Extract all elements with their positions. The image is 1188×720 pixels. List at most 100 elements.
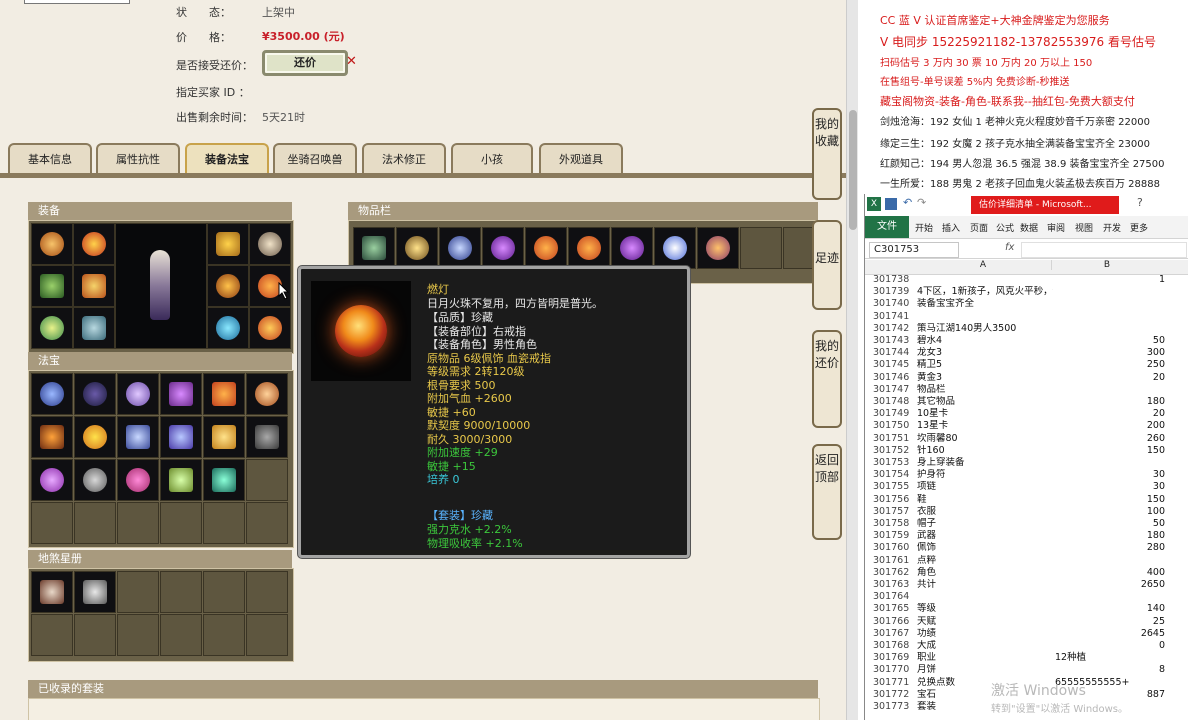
- cell-a[interactable]: 物品栏: [917, 384, 1053, 396]
- cell-a[interactable]: 装备宝宝齐全: [917, 298, 1053, 310]
- my-favorites-button[interactable]: 我的收藏: [812, 108, 842, 200]
- cell-a[interactable]: 武器: [917, 530, 1053, 542]
- ribbon-tab[interactable]: 视图: [1075, 221, 1093, 234]
- cell-a[interactable]: 4下区，1新孩子，风克火平秒，传世套装细节克火: [917, 286, 1053, 298]
- close-icon[interactable]: ✕: [346, 54, 357, 69]
- fabao-slot[interactable]: [160, 459, 202, 501]
- cell-b[interactable]: 1: [1053, 274, 1165, 286]
- star-card-slot[interactable]: [31, 571, 73, 613]
- excel-row[interactable]: 301740 装备宝宝齐全: [873, 298, 1188, 310]
- fabao-slot[interactable]: [117, 416, 159, 458]
- cell-b[interactable]: 140: [1053, 603, 1165, 615]
- excel-row[interactable]: 301744 龙女3 300: [873, 347, 1188, 359]
- equip-slot[interactable]: [207, 223, 249, 265]
- cell-a[interactable]: 衣服: [917, 506, 1053, 518]
- cell-b[interactable]: 12种植: [1055, 652, 1167, 664]
- cell-a[interactable]: 精卫5: [917, 359, 1053, 371]
- cell-b[interactable]: 150: [1053, 445, 1165, 457]
- column-header-a[interactable]: A: [915, 260, 1051, 270]
- cell-a[interactable]: 身上穿装备: [917, 457, 1053, 469]
- cell-b[interactable]: 180: [1053, 530, 1165, 542]
- excel-row[interactable]: 301752 针160 150: [873, 445, 1188, 457]
- column-header-b[interactable]: B: [1051, 260, 1162, 270]
- inventory-slot[interactable]: [568, 227, 610, 269]
- equip-slot[interactable]: [249, 307, 291, 349]
- excel-row[interactable]: 301761 点粹: [873, 555, 1188, 567]
- ribbon-tab[interactable]: 页面: [970, 221, 988, 234]
- excel-row[interactable]: 301751 坎雨馨80 260: [873, 433, 1188, 445]
- excel-row[interactable]: 301762 角色 400: [873, 567, 1188, 579]
- ribbon-tab[interactable]: 审阅: [1047, 221, 1065, 234]
- tab-basic-info[interactable]: 基本信息: [8, 143, 92, 175]
- excel-row[interactable]: 301738 1: [873, 274, 1188, 286]
- tab-mounts-pets[interactable]: 坐骑召唤兽: [273, 143, 357, 175]
- ribbon-tab[interactable]: 插入: [942, 221, 960, 234]
- cell-b[interactable]: 0: [1053, 640, 1165, 652]
- fabao-slot[interactable]: [246, 373, 288, 415]
- inventory-slot[interactable]: [396, 227, 438, 269]
- excel-row[interactable]: 301747 物品栏: [873, 384, 1188, 396]
- equip-slot[interactable]: [31, 223, 73, 265]
- cell-b[interactable]: 20: [1053, 408, 1165, 420]
- equip-slot[interactable]: [207, 307, 249, 349]
- cell-a[interactable]: 碧水4: [917, 335, 1053, 347]
- my-offers-button[interactable]: 我的还价: [812, 330, 842, 428]
- excel-row[interactable]: 301746 黄金3 20: [873, 372, 1188, 384]
- ribbon-tab[interactable]: 开始: [915, 221, 933, 234]
- help-icon[interactable]: ?: [1137, 196, 1143, 209]
- fabao-slot[interactable]: [203, 416, 245, 458]
- excel-row[interactable]: 301754 护身符 30: [873, 469, 1188, 481]
- cell-b[interactable]: 30: [1053, 481, 1165, 493]
- fabao-slot[interactable]: [203, 459, 245, 501]
- cell-a[interactable]: 帽子: [917, 518, 1053, 530]
- counter-offer-button[interactable]: 还价: [262, 50, 348, 76]
- cell-a[interactable]: 黄金3: [917, 372, 1053, 384]
- excel-grid[interactable]: 30173813017394下区，1新孩子，风克火平秒，传世套装细节克火3017…: [865, 274, 1188, 720]
- tab-equipment[interactable]: 装备法宝: [185, 143, 269, 175]
- fabao-slot[interactable]: [74, 416, 116, 458]
- cell-a[interactable]: 佩饰: [917, 542, 1053, 554]
- cell-a[interactable]: 13星卡: [917, 420, 1053, 432]
- excel-row[interactable]: 301770 月饼 8: [873, 664, 1188, 676]
- equip-slot[interactable]: [31, 265, 73, 307]
- fabao-slot[interactable]: [117, 373, 159, 415]
- cell-a[interactable]: 护身符: [917, 469, 1053, 481]
- ribbon-tab[interactable]: 开发: [1103, 221, 1121, 234]
- cell-b[interactable]: 280: [1053, 542, 1165, 554]
- excel-row[interactable]: 301750 13星卡 200: [873, 420, 1188, 432]
- fabao-slot[interactable]: [160, 416, 202, 458]
- back-to-top-button[interactable]: 返回顶部: [812, 444, 842, 540]
- footprint-button[interactable]: 足迹: [812, 220, 842, 310]
- excel-row[interactable]: 301755 项链 30: [873, 481, 1188, 493]
- fabao-slot[interactable]: [117, 459, 159, 501]
- cell-b[interactable]: 50: [1053, 518, 1165, 530]
- cell-a[interactable]: 鞋: [917, 494, 1053, 506]
- cell-b[interactable]: 200: [1053, 420, 1165, 432]
- cell-b[interactable]: 400: [1053, 567, 1165, 579]
- cell-a[interactable]: 10星卡: [917, 408, 1053, 420]
- ribbon-file-tab[interactable]: 文件: [865, 216, 909, 238]
- cell-b[interactable]: 8: [1053, 664, 1165, 676]
- inventory-slot[interactable]: [482, 227, 524, 269]
- equip-slot[interactable]: [207, 265, 249, 307]
- tab-appearance[interactable]: 外观道具: [539, 143, 623, 175]
- excel-row[interactable]: 301765 等级 140: [873, 603, 1188, 615]
- cell-b[interactable]: 30: [1053, 469, 1165, 481]
- excel-row[interactable]: 301739 4下区，1新孩子，风克火平秒，传世套装细节克火: [873, 286, 1188, 298]
- formula-input[interactable]: [1021, 242, 1187, 258]
- equip-slot[interactable]: [73, 223, 115, 265]
- cell-b[interactable]: 25: [1053, 616, 1165, 628]
- fabao-slot[interactable]: [74, 459, 116, 501]
- cell-a[interactable]: 其它物品: [917, 396, 1053, 408]
- cell-a[interactable]: 龙女3: [917, 347, 1053, 359]
- cell-b[interactable]: 260: [1053, 433, 1165, 445]
- excel-row[interactable]: 301749 10星卡 20: [873, 408, 1188, 420]
- cell-a[interactable]: 角色: [917, 567, 1053, 579]
- fabao-slot[interactable]: [74, 373, 116, 415]
- cell-a[interactable]: 坎雨馨80: [917, 433, 1053, 445]
- excel-row[interactable]: 301763 共计 2650: [873, 579, 1188, 591]
- cell-a[interactable]: 共计: [917, 579, 1053, 591]
- cell-b[interactable]: 100: [1053, 506, 1165, 518]
- excel-row[interactable]: 301759 武器 180: [873, 530, 1188, 542]
- cell-b[interactable]: 250: [1053, 359, 1165, 371]
